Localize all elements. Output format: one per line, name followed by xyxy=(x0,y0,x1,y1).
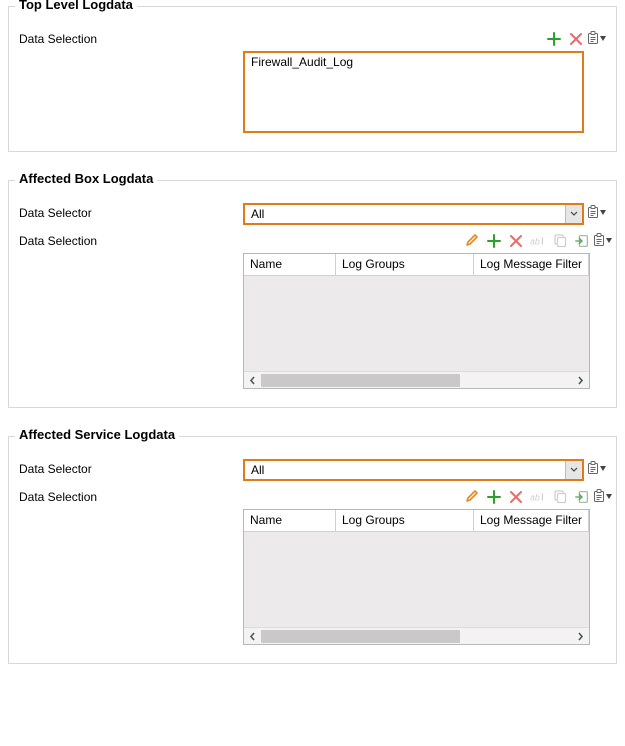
label-top-data-selection: Data Selection xyxy=(19,29,243,46)
copy-icon xyxy=(552,233,568,249)
import-icon[interactable] xyxy=(574,489,590,505)
scroll-right-icon[interactable] xyxy=(572,372,589,389)
svg-text:ab: ab xyxy=(530,237,540,247)
label-service-data-selection: Data Selection xyxy=(19,487,243,504)
import-icon[interactable] xyxy=(574,233,590,249)
scroll-thumb[interactable] xyxy=(261,374,460,387)
col-log-msg[interactable]: Log Message Filter xyxy=(474,510,589,532)
delete-icon[interactable] xyxy=(568,31,584,47)
scroll-track[interactable] xyxy=(261,372,572,388)
table-header: Name Log Groups Log Message Filter xyxy=(244,510,589,532)
clipboard-menu-icon[interactable] xyxy=(593,489,612,503)
add-icon[interactable] xyxy=(546,31,562,47)
col-log-groups[interactable]: Log Groups xyxy=(336,510,474,532)
scroll-right-icon[interactable] xyxy=(572,628,589,645)
col-log-groups[interactable]: Log Groups xyxy=(336,254,474,276)
edit-icon[interactable] xyxy=(464,489,480,505)
box-data-selector-dropdown[interactable]: All xyxy=(243,203,584,225)
box-data-selector-value: All xyxy=(245,206,565,222)
top-data-selection-list[interactable]: Firewall_Audit_Log xyxy=(243,51,584,133)
scroll-thumb[interactable] xyxy=(261,630,460,643)
delete-icon[interactable] xyxy=(508,233,524,249)
chevron-down-icon[interactable] xyxy=(565,461,582,479)
scroll-left-icon[interactable] xyxy=(244,372,261,389)
clipboard-menu-icon[interactable] xyxy=(587,205,606,219)
clipboard-menu-icon[interactable] xyxy=(587,461,606,475)
fieldset-affected-box-logdata: Affected Box Logdata Data Selector All xyxy=(8,180,617,408)
service-data-selection-grid[interactable]: Name Log Groups Log Message Filter xyxy=(243,509,590,645)
scroll-left-icon[interactable] xyxy=(244,628,261,645)
copy-icon xyxy=(552,489,568,505)
legend-top-level-logdata: Top Level Logdata xyxy=(15,0,137,12)
col-name[interactable]: Name xyxy=(244,510,336,532)
add-icon[interactable] xyxy=(486,489,502,505)
list-item[interactable]: Firewall_Audit_Log xyxy=(245,53,582,71)
label-service-data-selector: Data Selector xyxy=(19,459,243,476)
legend-affected-box-logdata: Affected Box Logdata xyxy=(15,171,157,186)
scroll-track[interactable] xyxy=(261,628,572,644)
clipboard-menu-icon[interactable] xyxy=(587,31,606,45)
table-header: Name Log Groups Log Message Filter xyxy=(244,254,589,276)
service-data-selector-value: All xyxy=(245,462,565,478)
fieldset-affected-service-logdata: Affected Service Logdata Data Selector A… xyxy=(8,436,617,664)
table-body xyxy=(244,276,589,371)
box-data-selection-grid[interactable]: Name Log Groups Log Message Filter xyxy=(243,253,590,389)
fieldset-top-level-logdata: Top Level Logdata Data Selection Firewal… xyxy=(8,6,617,152)
svg-text:ab: ab xyxy=(530,493,540,503)
hscrollbar[interactable] xyxy=(244,627,589,644)
service-data-selector-dropdown[interactable]: All xyxy=(243,459,584,481)
rename-icon: ab xyxy=(530,489,546,505)
hscrollbar[interactable] xyxy=(244,371,589,388)
col-name[interactable]: Name xyxy=(244,254,336,276)
delete-icon[interactable] xyxy=(508,489,524,505)
clipboard-menu-icon[interactable] xyxy=(593,233,612,247)
col-log-msg[interactable]: Log Message Filter xyxy=(474,254,589,276)
legend-affected-service-logdata: Affected Service Logdata xyxy=(15,427,179,442)
label-box-data-selection: Data Selection xyxy=(19,231,243,248)
label-box-data-selector: Data Selector xyxy=(19,203,243,220)
table-body xyxy=(244,532,589,627)
rename-icon: ab xyxy=(530,233,546,249)
edit-icon[interactable] xyxy=(464,233,480,249)
chevron-down-icon[interactable] xyxy=(565,205,582,223)
add-icon[interactable] xyxy=(486,233,502,249)
